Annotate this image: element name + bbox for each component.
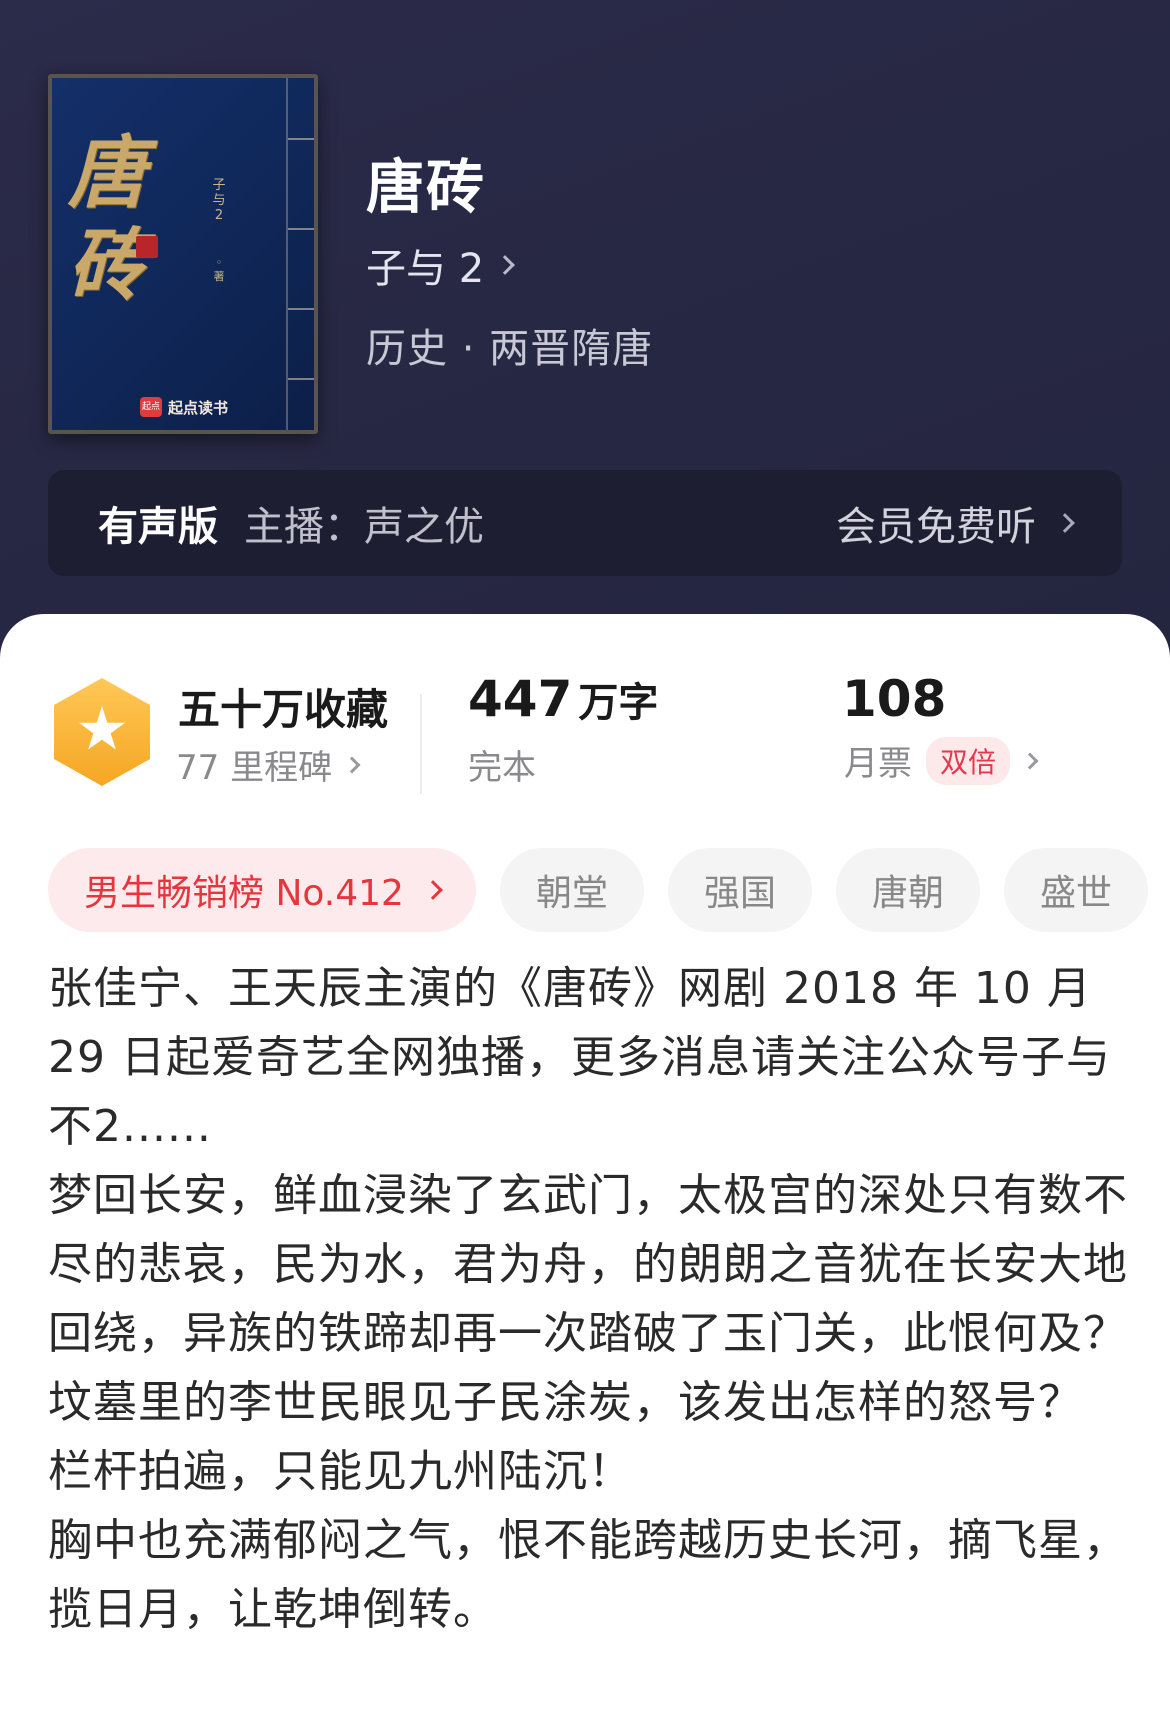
description-paragraph: 栏杆拍遍，只能见九州陆沉！ <box>48 1446 633 1497</box>
cover-stitch <box>288 308 314 310</box>
chevron-right-icon <box>343 756 361 773</box>
book-cover[interactable]: 唐砖 子与2 ◦ 著 起点 起点读书 <box>48 74 318 434</box>
milestone-badge-icon <box>54 678 150 786</box>
chevron-right-icon <box>1021 752 1039 769</box>
audio-version-bar[interactable]: 有声版 主播：声之优 会员免费听 <box>48 470 1122 576</box>
milestone-link[interactable]: 77 里程碑 <box>176 740 361 789</box>
star-icon <box>78 706 126 750</box>
description-paragraph: 坟墓里的李世民眼见子民涂炭，该发出怎样的怒号？ <box>48 1377 1083 1428</box>
publisher-badge-icon: 起点 <box>140 397 162 417</box>
cover-title: 唐砖 <box>68 128 147 311</box>
publisher-name: 起点读书 <box>168 398 229 417</box>
rank-tag[interactable]: 男生畅销榜 No.412 <box>48 848 476 932</box>
tag-item[interactable]: 强国 <box>667 848 812 932</box>
milestone-label: 77 里程碑 <box>176 748 333 788</box>
chevron-right-icon <box>423 880 443 900</box>
word-count-number: 447 <box>468 670 573 728</box>
audio-host: 主播：声之优 <box>244 504 484 550</box>
description-paragraph: 张佳宁、王天辰主演的《唐砖》网剧 2018 年 10 月 29 日起爱奇艺全网独… <box>48 963 1111 1152</box>
tag-item[interactable]: 朝堂 <box>499 848 644 932</box>
book-description[interactable]: 张佳宁、王天辰主演的《唐砖》网剧 2018 年 10 月 29 日起爱奇艺全网独… <box>48 954 1128 1644</box>
stats-row: 五十万收藏 77 里程碑 447 万字 完本 108 月票 双倍 <box>0 614 1170 814</box>
book-header: 唐砖 子与2 ◦ 著 起点 起点读书 唐砖 子与 2 历史 · 两晋隋唐 有声版… <box>0 0 1170 660</box>
cover-author: 子与2 <box>212 178 226 223</box>
book-info-card: 五十万收藏 77 里程碑 447 万字 完本 108 月票 双倍 男生畅销榜 N… <box>0 614 1170 1726</box>
cover-publisher-logo: 起点 起点读书 <box>140 396 228 418</box>
cover-stitch <box>288 228 314 230</box>
divider <box>420 694 422 794</box>
audio-tag: 有声版 <box>98 504 218 550</box>
chevron-right-icon <box>1055 513 1075 533</box>
monthly-ticket-link[interactable]: 月票 双倍 <box>844 736 1039 785</box>
cover-stitch <box>288 378 314 380</box>
tag-item[interactable]: 唐朝 <box>835 848 980 932</box>
word-count-unit: 万字 <box>578 680 659 726</box>
chevron-right-icon <box>495 255 516 275</box>
collect-count: 五十万收藏 <box>178 685 389 734</box>
monthly-ticket-count: 108 <box>842 670 946 728</box>
book-title: 唐砖 <box>366 153 487 221</box>
monthly-ticket-label: 月票 <box>844 744 912 784</box>
monthly-ticket-number: 108 <box>842 670 947 728</box>
vip-free-listen: 会员免费听 <box>836 504 1036 550</box>
description-paragraph: 胸中也充满郁闷之气，恨不能跨越历史长河，摘飞星，揽日月，让乾坤倒转。 <box>48 1515 1128 1635</box>
cover-author-suffix: ◦ 著 <box>213 256 225 283</box>
book-status: 完本 <box>468 740 536 789</box>
double-ticket-badge: 双倍 <box>926 736 1011 785</box>
cover-seal-icon <box>136 236 158 258</box>
word-count: 447 万字 <box>468 670 658 728</box>
author-name: 子与 2 <box>366 246 485 292</box>
book-genre: 历史 · 两晋隋唐 <box>366 326 654 372</box>
author-link[interactable]: 子与 2 <box>366 240 516 292</box>
tags-row: 男生畅销榜 No.412 朝堂 强国 唐朝 盛世 <box>48 848 1148 934</box>
cover-stitch <box>288 138 314 140</box>
book-status-label: 完本 <box>468 748 536 788</box>
rank-label: 男生畅销榜 No.412 <box>84 873 404 914</box>
description-paragraph: 梦回长安，鲜血浸染了玄武门，太极宫的深处只有数不尽的悲哀，民为水，君为舟，的朗朗… <box>48 1170 1128 1359</box>
tag-item[interactable]: 盛世 <box>1003 848 1148 932</box>
book-detail-page: 唐砖 子与2 ◦ 著 起点 起点读书 唐砖 子与 2 历史 · 两晋隋唐 有声版… <box>0 0 1170 1726</box>
